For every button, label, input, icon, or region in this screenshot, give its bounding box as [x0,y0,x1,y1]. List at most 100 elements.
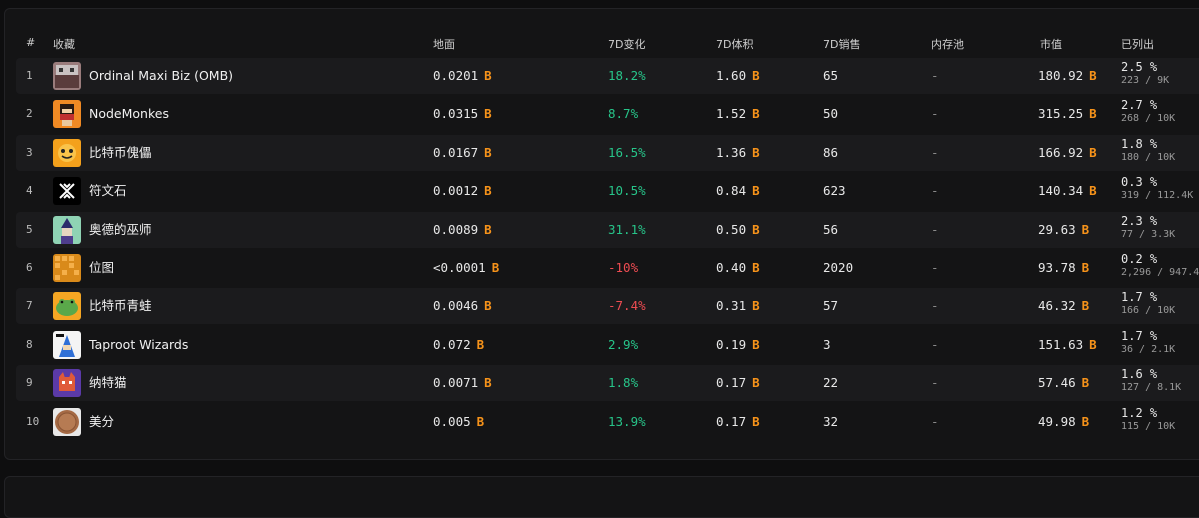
table-row[interactable]: 2 NodeMonkes 0.0315 B 8.7% 1.52 B 50 - 315.25 B 2.7… [16,96,1199,132]
header-volume7d[interactable]: 7D体积 [716,36,753,52]
header-floor[interactable]: 地面 [433,36,455,52]
taproot-wizard-avatar-icon[interactable] [53,330,81,359]
pennies-avatar-icon[interactable] [53,407,81,436]
volume-7d: 0.17 B [716,375,760,391]
rank-number: 3 [26,145,33,159]
header-marketcap[interactable]: 市值 [1040,36,1062,52]
market-cap-value: 166.92 [1038,144,1084,160]
listed-percent: 1.6 % [1121,367,1158,382]
volume-7d: 1.36 B [716,145,760,161]
listed-count: 115 / 10K [1121,420,1176,432]
change-7d: 16.5% [608,144,646,160]
btc-icon: B [752,106,760,122]
nodemonkes-avatar-icon[interactable] [53,100,81,129]
floor-price: 0.005 B [433,414,484,430]
listed-stats: 2.7 % 268 / 10K [1121,98,1175,125]
btc-icon: B [1081,375,1090,391]
collection-name[interactable]: 奥德的巫师 [89,222,152,238]
floor-price: 0.072 B [433,337,484,353]
btc-icon: B [1081,298,1090,314]
floor-value: 0.0167 [433,144,479,160]
volume-value: 1.52 [716,106,747,122]
btc-icon: B [476,413,485,429]
volume-value: 0.19 [716,336,747,352]
table-row[interactable]: 6 位图 <0.0001 B -10% 0.40 B 2020 - 93.78 B 0.2 % 2,29… [16,250,1199,286]
mempool-value: - [931,413,939,429]
omb-avatar-icon[interactable] [53,62,81,90]
header-sales7d[interactable]: 7D销售 [823,36,860,52]
bitcoin-puppets-avatar-icon[interactable] [53,138,81,167]
floor-price: 0.0089 B [433,222,492,238]
floor-price: 0.0046 B [433,298,492,314]
ord-wizard-avatar-icon[interactable] [53,215,81,244]
mempool-value: - [931,144,939,160]
btc-icon: B [752,375,760,391]
sales-7d: 57 [823,298,839,314]
volume-value: 0.50 [716,221,747,237]
collection-name[interactable]: NodeMonkes [89,106,169,122]
btc-icon: B [491,260,500,275]
listed-count: 127 / 8.1K [1121,382,1182,394]
listed-percent: 0.3 % [1121,175,1158,190]
listed-percent: 1.7 % [1121,328,1158,343]
nat-cat-avatar-icon[interactable] [53,369,81,398]
bitmap-avatar-icon[interactable] [53,254,81,282]
listed-count: 36 / 2.1K [1121,343,1176,355]
table-row[interactable]: 10 美分 0.005 B 13.9% 0.17 B 32 - 49.98 B 1.2 % 115 / … [16,404,1199,440]
btc-icon: B [484,68,492,83]
btc-icon: B [476,336,485,352]
floor-price: 0.0315 B [433,106,492,122]
collection-name[interactable]: 比特币青蛙 [89,298,152,314]
listed-percent: 0.2 % [1121,252,1158,266]
header-collection[interactable]: 收藏 [53,36,75,52]
volume-7d: 1.60 B [716,68,760,84]
collection-name[interactable]: Taproot Wizards [89,337,188,353]
market-cap: 151.63 B [1038,337,1097,353]
change-7d: 2.9% [608,336,639,352]
table-row[interactable]: 4 符文石 0.0012 B 10.5% 0.84 B 623 - 140.34 B 0.3 % 319… [16,173,1199,209]
listed-percent: 2.5 % [1121,60,1158,74]
bitcoin-frog-avatar-icon[interactable] [53,292,81,321]
listed-count: 319 / 112.4K [1121,190,1194,202]
collection-name[interactable]: 位图 [89,260,114,276]
btc-icon: B [752,144,760,160]
table-row[interactable]: 3 比特币傀儡 0.0167 B 16.5% 1.36 B 86 - 166.92 B 1.8 % 18… [16,134,1199,171]
collection-name[interactable]: 纳特猫 [89,375,127,391]
market-cap: 180.92 B [1038,68,1097,84]
table-row[interactable]: 9 纳特猫 0.0071 B 1.8% 0.17 B 22 - 57.46 B 1.6 % 127 / … [16,365,1199,402]
collection-name[interactable]: 美分 [89,414,114,430]
collection-name[interactable]: 比特币傀儡 [89,145,152,161]
table-row[interactable]: 5 奥德的巫师 0.0089 B 31.1% 0.50 B 56 - 29.63 B 2.3 % 77 … [16,211,1199,248]
listed-stats: 2.3 % 77 / 3.3K [1121,214,1175,241]
btc-icon: B [1089,336,1097,352]
floor-price: 0.0071 B [433,375,492,391]
table-row[interactable]: 7 比特币青蛙 0.0046 B -7.4% 0.31 B 57 - 46.32 B 1.7 % 166… [16,288,1199,325]
market-cap: 140.34 B [1038,183,1097,199]
btc-icon: B [752,183,760,199]
floor-value: 0.0315 [433,106,479,122]
header-change7d[interactable]: 7D变化 [608,36,645,52]
btc-icon: B [1089,183,1097,199]
listed-count: 166 / 10K [1121,305,1176,317]
market-cap: 166.92 B [1038,145,1097,161]
listed-count: 77 / 3.3K [1121,228,1176,240]
rank-number: 8 [26,337,33,351]
btc-icon: B [752,298,760,314]
listed-percent: 1.2 % [1121,405,1158,420]
btc-icon: B [484,298,492,314]
runestone-avatar-icon[interactable] [53,177,81,206]
collection-name[interactable]: 符文石 [89,183,127,199]
btc-icon: B [484,375,492,391]
btc-icon: B [1089,106,1097,122]
listed-count: 2,296 / 947.4K [1121,267,1199,278]
table-header: # 收藏 地面 7D变化 7D体积 7D销售 内存池 市值 已列出 [0,36,1199,52]
table-row[interactable]: 1 Ordinal Maxi Biz (OMB) 0.0201 B 18.2% 1.60 B… [16,58,1199,94]
listed-stats: 1.2 % 115 / 10K [1121,406,1175,433]
table-row[interactable]: 8 Taproot Wizards 0.072 B 2.9% 0.19 B 3 - 151.63 B… [16,327,1199,363]
header-listed[interactable]: 已列出 [1121,36,1154,52]
floor-value: 0.072 [433,336,471,352]
header-mempool[interactable]: 内存池 [931,36,964,52]
volume-7d: 0.19 B [716,337,760,353]
collection-name[interactable]: Ordinal Maxi Biz (OMB) [89,68,233,84]
volume-7d: 0.17 B [716,414,760,430]
